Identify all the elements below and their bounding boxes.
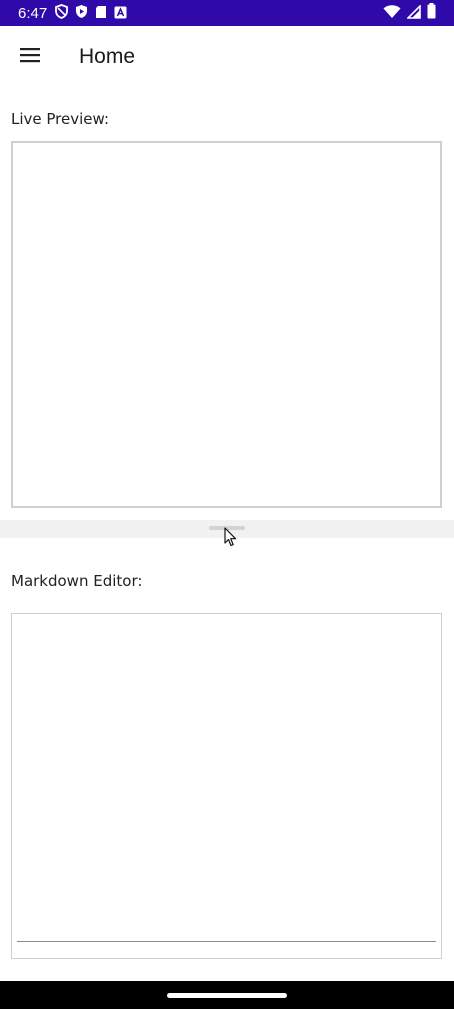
wifi-icon <box>383 4 401 23</box>
status-right-group <box>383 3 436 23</box>
live-preview-pane[interactable] <box>11 141 442 508</box>
gesture-handle[interactable] <box>167 993 287 998</box>
markdown-editor-label: Markdown Editor: <box>11 572 143 590</box>
page-title: Home <box>79 45 136 68</box>
hamburger-menu-icon <box>20 47 40 67</box>
battery-icon <box>427 3 436 23</box>
play-protect-icon <box>75 4 88 23</box>
live-preview-label: Live Preview: <box>11 110 110 128</box>
editor-underline <box>17 941 436 942</box>
markdown-editor-input[interactable] <box>11 613 442 959</box>
app-bar: Home <box>0 26 454 88</box>
accessibility-a-icon <box>114 4 127 23</box>
status-notification-icons <box>55 3 127 23</box>
system-navigation-bar <box>0 981 454 1009</box>
status-left-group: 6:47 <box>18 3 127 23</box>
hamburger-menu-button[interactable] <box>0 26 60 88</box>
status-time: 6:47 <box>18 4 48 22</box>
status-bar: 6:47 <box>0 0 454 26</box>
sd-card-icon <box>95 4 107 23</box>
cellular-signal-icon <box>406 3 421 23</box>
mouse-pointer-icon <box>224 527 238 547</box>
shield-icon <box>55 3 69 23</box>
